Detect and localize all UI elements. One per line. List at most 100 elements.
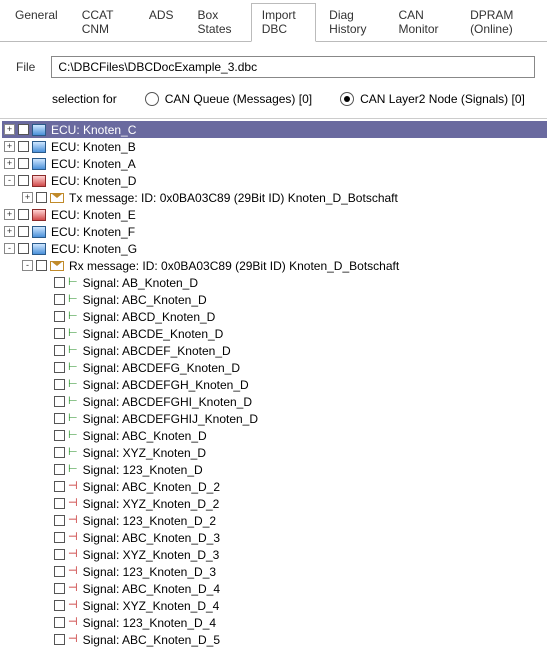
radio-can-layer2[interactable]: CAN Layer2 Node (Signals) [0] (340, 92, 525, 106)
tree-checkbox[interactable] (36, 192, 47, 203)
file-path-input[interactable] (51, 56, 535, 78)
tree-checkbox[interactable] (54, 515, 65, 526)
tree-checkbox[interactable] (18, 209, 29, 220)
tree-label: Signal: ABC_Knoten_D (81, 429, 207, 443)
tree-row[interactable]: +ECU: Knoten_A (2, 155, 547, 172)
tree-row[interactable]: ⊢Signal: 123_Knoten_D (2, 461, 547, 478)
tree-checkbox[interactable] (18, 226, 29, 237)
tab-import-dbc[interactable]: Import DBC (251, 3, 316, 42)
tree-checkbox[interactable] (54, 617, 65, 628)
signal-out-icon: ⊣ (68, 583, 78, 594)
tree-spacer (40, 515, 51, 526)
tree-checkbox[interactable] (54, 277, 65, 288)
tree-row[interactable]: ⊣Signal: ABC_Knoten_D_5 (2, 631, 547, 648)
tree-row[interactable]: ⊢Signal: XYZ_Knoten_D (2, 444, 547, 461)
tree-checkbox[interactable] (54, 634, 65, 645)
tree-row[interactable]: + ECU: Knoten_B (2, 138, 547, 155)
tree-row[interactable]: ⊢Signal: ABCDEFG_Knoten_D (2, 359, 547, 376)
expand-icon[interactable]: + (4, 158, 15, 169)
tree-checkbox[interactable] (54, 294, 65, 305)
tree-checkbox[interactable] (54, 583, 65, 594)
tree-checkbox[interactable] (54, 600, 65, 611)
tree-view[interactable]: +ECU: Knoten_C+ECU: Knoten_B+ECU: Knoten… (0, 118, 547, 648)
tree-spacer (40, 379, 51, 390)
tree-label: Signal: XYZ_Knoten_D_3 (81, 548, 220, 562)
tree-row[interactable]: ⊣Signal: ABC_Knoten_D_4 (2, 580, 547, 597)
tree-checkbox[interactable] (54, 413, 65, 424)
tree-label: Signal: 123_Knoten_D_4 (81, 616, 216, 630)
tree-row[interactable]: - ECU: Knoten_G (2, 240, 547, 257)
expand-icon[interactable]: + (4, 226, 15, 237)
tree-spacer (40, 600, 51, 611)
tree-checkbox[interactable] (54, 447, 65, 458)
tab-can-monitor[interactable]: CAN Monitor (387, 3, 457, 42)
tree-checkbox[interactable] (54, 549, 65, 560)
tree-checkbox[interactable] (54, 566, 65, 577)
tree-checkbox[interactable] (54, 379, 65, 390)
selection-row: selection for CAN Queue (Messages) [0] C… (0, 84, 547, 118)
signal-in-icon: ⊢ (68, 311, 78, 322)
tree-row[interactable]: ⊢Signal: ABCDEFGHI_Knoten_D (2, 393, 547, 410)
tab-box-states[interactable]: Box States (187, 3, 249, 42)
tree-checkbox[interactable] (36, 260, 47, 271)
radio-icon (340, 92, 354, 106)
tree-row[interactable]: ⊢Signal: ABC_Knoten_D (2, 427, 547, 444)
tree-checkbox[interactable] (18, 243, 29, 254)
tree-spacer (40, 345, 51, 356)
tree-row[interactable]: ⊢Signal: ABCDEFGHIJ_Knoten_D (2, 410, 547, 427)
collapse-icon[interactable]: - (22, 260, 33, 271)
tab-diag-history[interactable]: Diag History (318, 3, 385, 42)
tab-ccat-cnm[interactable]: CCAT CNM (71, 3, 136, 42)
tree-row[interactable]: -Rx message: ID: 0x0BA03C89 (29Bit ID) K… (2, 257, 547, 274)
tree-checkbox[interactable] (18, 124, 29, 135)
expand-icon[interactable]: + (4, 209, 15, 220)
tree-row[interactable]: +ECU: Knoten_E (2, 206, 547, 223)
tree-row[interactable]: ⊣Signal: XYZ_Knoten_D_2 (2, 495, 547, 512)
tree-checkbox[interactable] (54, 396, 65, 407)
tree-checkbox[interactable] (54, 481, 65, 492)
tree-checkbox[interactable] (54, 464, 65, 475)
collapse-icon[interactable]: - (4, 175, 15, 186)
tree-checkbox[interactable] (18, 175, 29, 186)
tree-row[interactable]: ⊣Signal: ABC_Knoten_D_3 (2, 529, 547, 546)
tree-row[interactable]: ⊣Signal: 123_Knoten_D_3 (2, 563, 547, 580)
expand-icon[interactable]: + (4, 124, 15, 135)
tree-row[interactable]: +ECU: Knoten_F (2, 223, 547, 240)
tree-spacer (40, 464, 51, 475)
tree-row[interactable]: - ECU: Knoten_D (2, 172, 547, 189)
tree-row[interactable]: ⊢Signal: ABCDEF_Knoten_D (2, 342, 547, 359)
tree-checkbox[interactable] (54, 311, 65, 322)
tree-row[interactable]: ⊣Signal: 123_Knoten_D_4 (2, 614, 547, 631)
tree-checkbox[interactable] (54, 362, 65, 373)
tree-row[interactable]: ⊣Signal: ABC_Knoten_D_2 (2, 478, 547, 495)
signal-in-icon: ⊢ (68, 345, 78, 356)
signal-out-icon: ⊣ (68, 532, 78, 543)
tree-row[interactable]: +ECU: Knoten_C (2, 121, 547, 138)
tree-row[interactable]: ⊣Signal: XYZ_Knoten_D_3 (2, 546, 547, 563)
tree-row[interactable]: ⊢Signal: ABC_Knoten_D (2, 291, 547, 308)
tree-row[interactable]: ⊢Signal: ABCDEFGH_Knoten_D (2, 376, 547, 393)
tree-checkbox[interactable] (54, 532, 65, 543)
collapse-icon[interactable]: - (4, 243, 15, 254)
tab-general[interactable]: General (4, 3, 69, 42)
expand-icon[interactable]: + (4, 141, 15, 152)
tree-checkbox[interactable] (54, 345, 65, 356)
tree-checkbox[interactable] (54, 430, 65, 441)
tree-row[interactable]: +Tx message: ID: 0x0BA03C89 (29Bit ID) K… (2, 189, 547, 206)
tree-row[interactable]: ⊢Signal: ABCDE_Knoten_D (2, 325, 547, 342)
radio-can-queue[interactable]: CAN Queue (Messages) [0] (145, 92, 312, 106)
tree-row[interactable]: ⊢Signal: AB_Knoten_D (2, 274, 547, 291)
tree-label: ECU: Knoten_B (49, 140, 136, 154)
tree-checkbox[interactable] (54, 498, 65, 509)
tree-row[interactable]: ⊣Signal: XYZ_Knoten_D_4 (2, 597, 547, 614)
tree-label: ECU: Knoten_G (49, 242, 137, 256)
tree-checkbox[interactable] (18, 141, 29, 152)
tree-checkbox[interactable] (54, 328, 65, 339)
tree-label: ECU: Knoten_D (49, 174, 136, 188)
tab-dpram-online-[interactable]: DPRAM (Online) (459, 3, 543, 42)
expand-icon[interactable]: + (22, 192, 33, 203)
tab-ads[interactable]: ADS (138, 3, 185, 42)
tree-checkbox[interactable] (18, 158, 29, 169)
tree-row[interactable]: ⊢Signal: ABCD_Knoten_D (2, 308, 547, 325)
tree-row[interactable]: ⊣Signal: 123_Knoten_D_2 (2, 512, 547, 529)
